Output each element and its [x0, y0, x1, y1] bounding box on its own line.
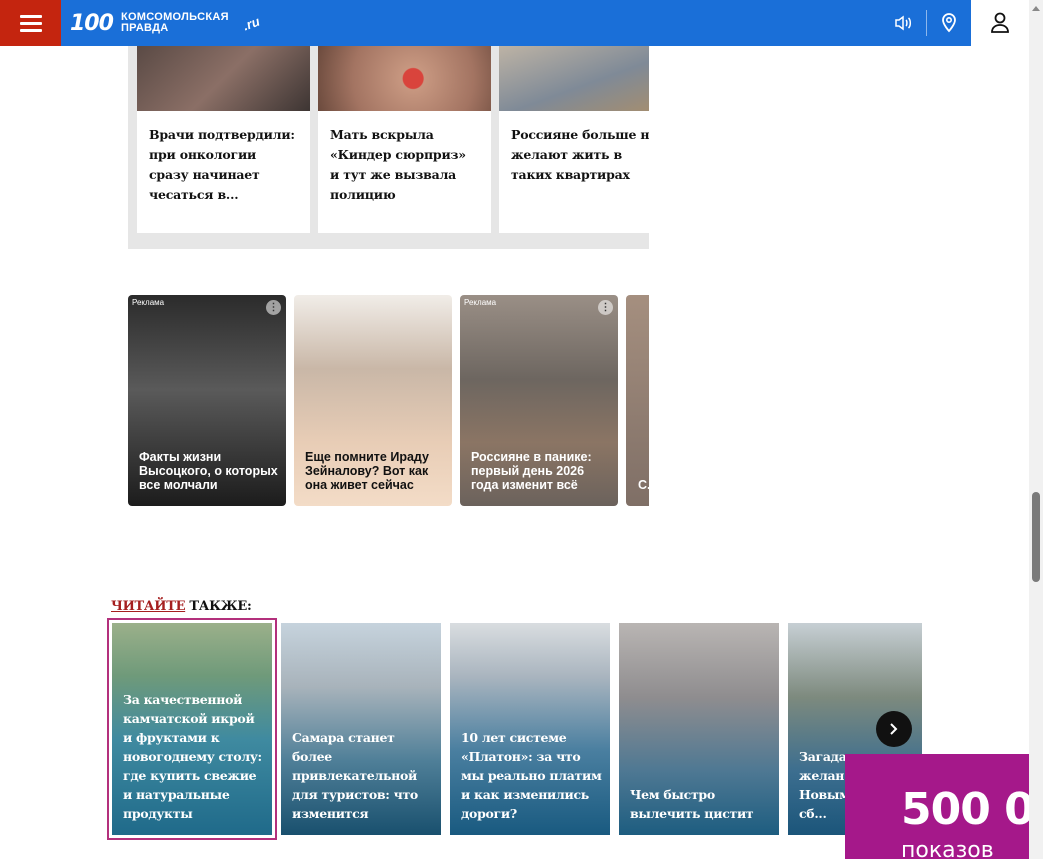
ad-card[interactable]: Еще помните Ираду Зейналову? Вот как она…: [294, 295, 452, 506]
logo-number: 100: [70, 10, 114, 36]
site-header: 100 КОМСОМОЛЬСКАЯ ПРАВДА .ru: [0, 0, 1029, 46]
ad-text: Факты жизни Высоцкого, о которых все мол…: [139, 450, 278, 492]
read-also-card[interactable]: Чем быстро вылечить цистит: [619, 623, 779, 835]
ad-text: С... сь... от... н...: [638, 478, 649, 492]
ad-card[interactable]: С... сь... от... н...: [626, 295, 649, 506]
ad-carousel: Реклама ⋮ Факты жизни Высоцкого, о котор…: [128, 295, 649, 506]
ad-card[interactable]: Реклама ⋮ Россияне в панике: первый день…: [460, 295, 618, 506]
page-scrollbar[interactable]: [1029, 0, 1043, 859]
more-options-icon[interactable]: ⋮: [598, 300, 613, 315]
ad-text: Еще помните Ираду Зейналову? Вот как она…: [305, 450, 429, 492]
promo-banner[interactable]: 500 0 показов: [845, 754, 1043, 859]
location-icon[interactable]: [927, 0, 971, 46]
logo-text: КОМСОМОЛЬСКАЯ ПРАВДА: [120, 11, 229, 34]
news-title: Мать вскрыла «Киндер сюрприз» и тут же в…: [330, 127, 466, 202]
chevron-right-icon: [890, 723, 898, 735]
header-icons: [882, 0, 1029, 46]
scroll-thumb[interactable]: [1032, 492, 1040, 582]
read-also-heading: ЧИТАЙТЕ ТАКЖЕ:: [111, 599, 252, 614]
promo-small-text: показов: [901, 838, 994, 859]
hamburger-icon: [19, 14, 42, 18]
speaker-icon[interactable]: [882, 0, 926, 46]
menu-button[interactable]: [0, 0, 61, 46]
read-also-carousel: За качественной камчатской икрой и фрукт…: [107, 617, 922, 841]
news-title: Врачи подтвердили: при онкологии сразу н…: [149, 127, 295, 202]
news-image: [137, 46, 310, 111]
read-also-card[interactable]: Самара станет более привлекательной для …: [281, 623, 441, 835]
ad-text: Россияне в панике: первый день 2026 года…: [471, 450, 592, 492]
site-logo[interactable]: 100 КОМСОМОЛЬСКАЯ ПРАВДА .ru: [70, 6, 262, 40]
read-also-card[interactable]: За качественной камчатской икрой и фрукт…: [107, 618, 277, 840]
user-icon[interactable]: [971, 0, 1029, 46]
news-title: Россияне больше не желают жить в таких к…: [511, 127, 649, 182]
promo-big-text: 500 0: [901, 784, 1035, 835]
news-block: Врачи подтвердили: при онкологии сразу н…: [128, 46, 649, 249]
news-image: [318, 46, 491, 111]
news-card[interactable]: Врачи подтвердили: при онкологии сразу н…: [137, 46, 310, 233]
scroll-up-icon[interactable]: [1032, 6, 1040, 11]
more-options-icon[interactable]: ⋮: [266, 300, 281, 315]
read-also-card[interactable]: 10 лет системе «Платон»: за что мы реаль…: [450, 623, 610, 835]
news-card[interactable]: Мать вскрыла «Киндер сюрприз» и тут же в…: [318, 46, 491, 233]
logo-ru: .ru: [240, 13, 262, 33]
news-card[interactable]: Россияне больше не желают жить в таких к…: [499, 46, 649, 233]
news-image: [499, 46, 649, 111]
ad-card[interactable]: Реклама ⋮ Факты жизни Высоцкого, о котор…: [128, 295, 286, 506]
carousel-next-button[interactable]: [876, 711, 912, 747]
